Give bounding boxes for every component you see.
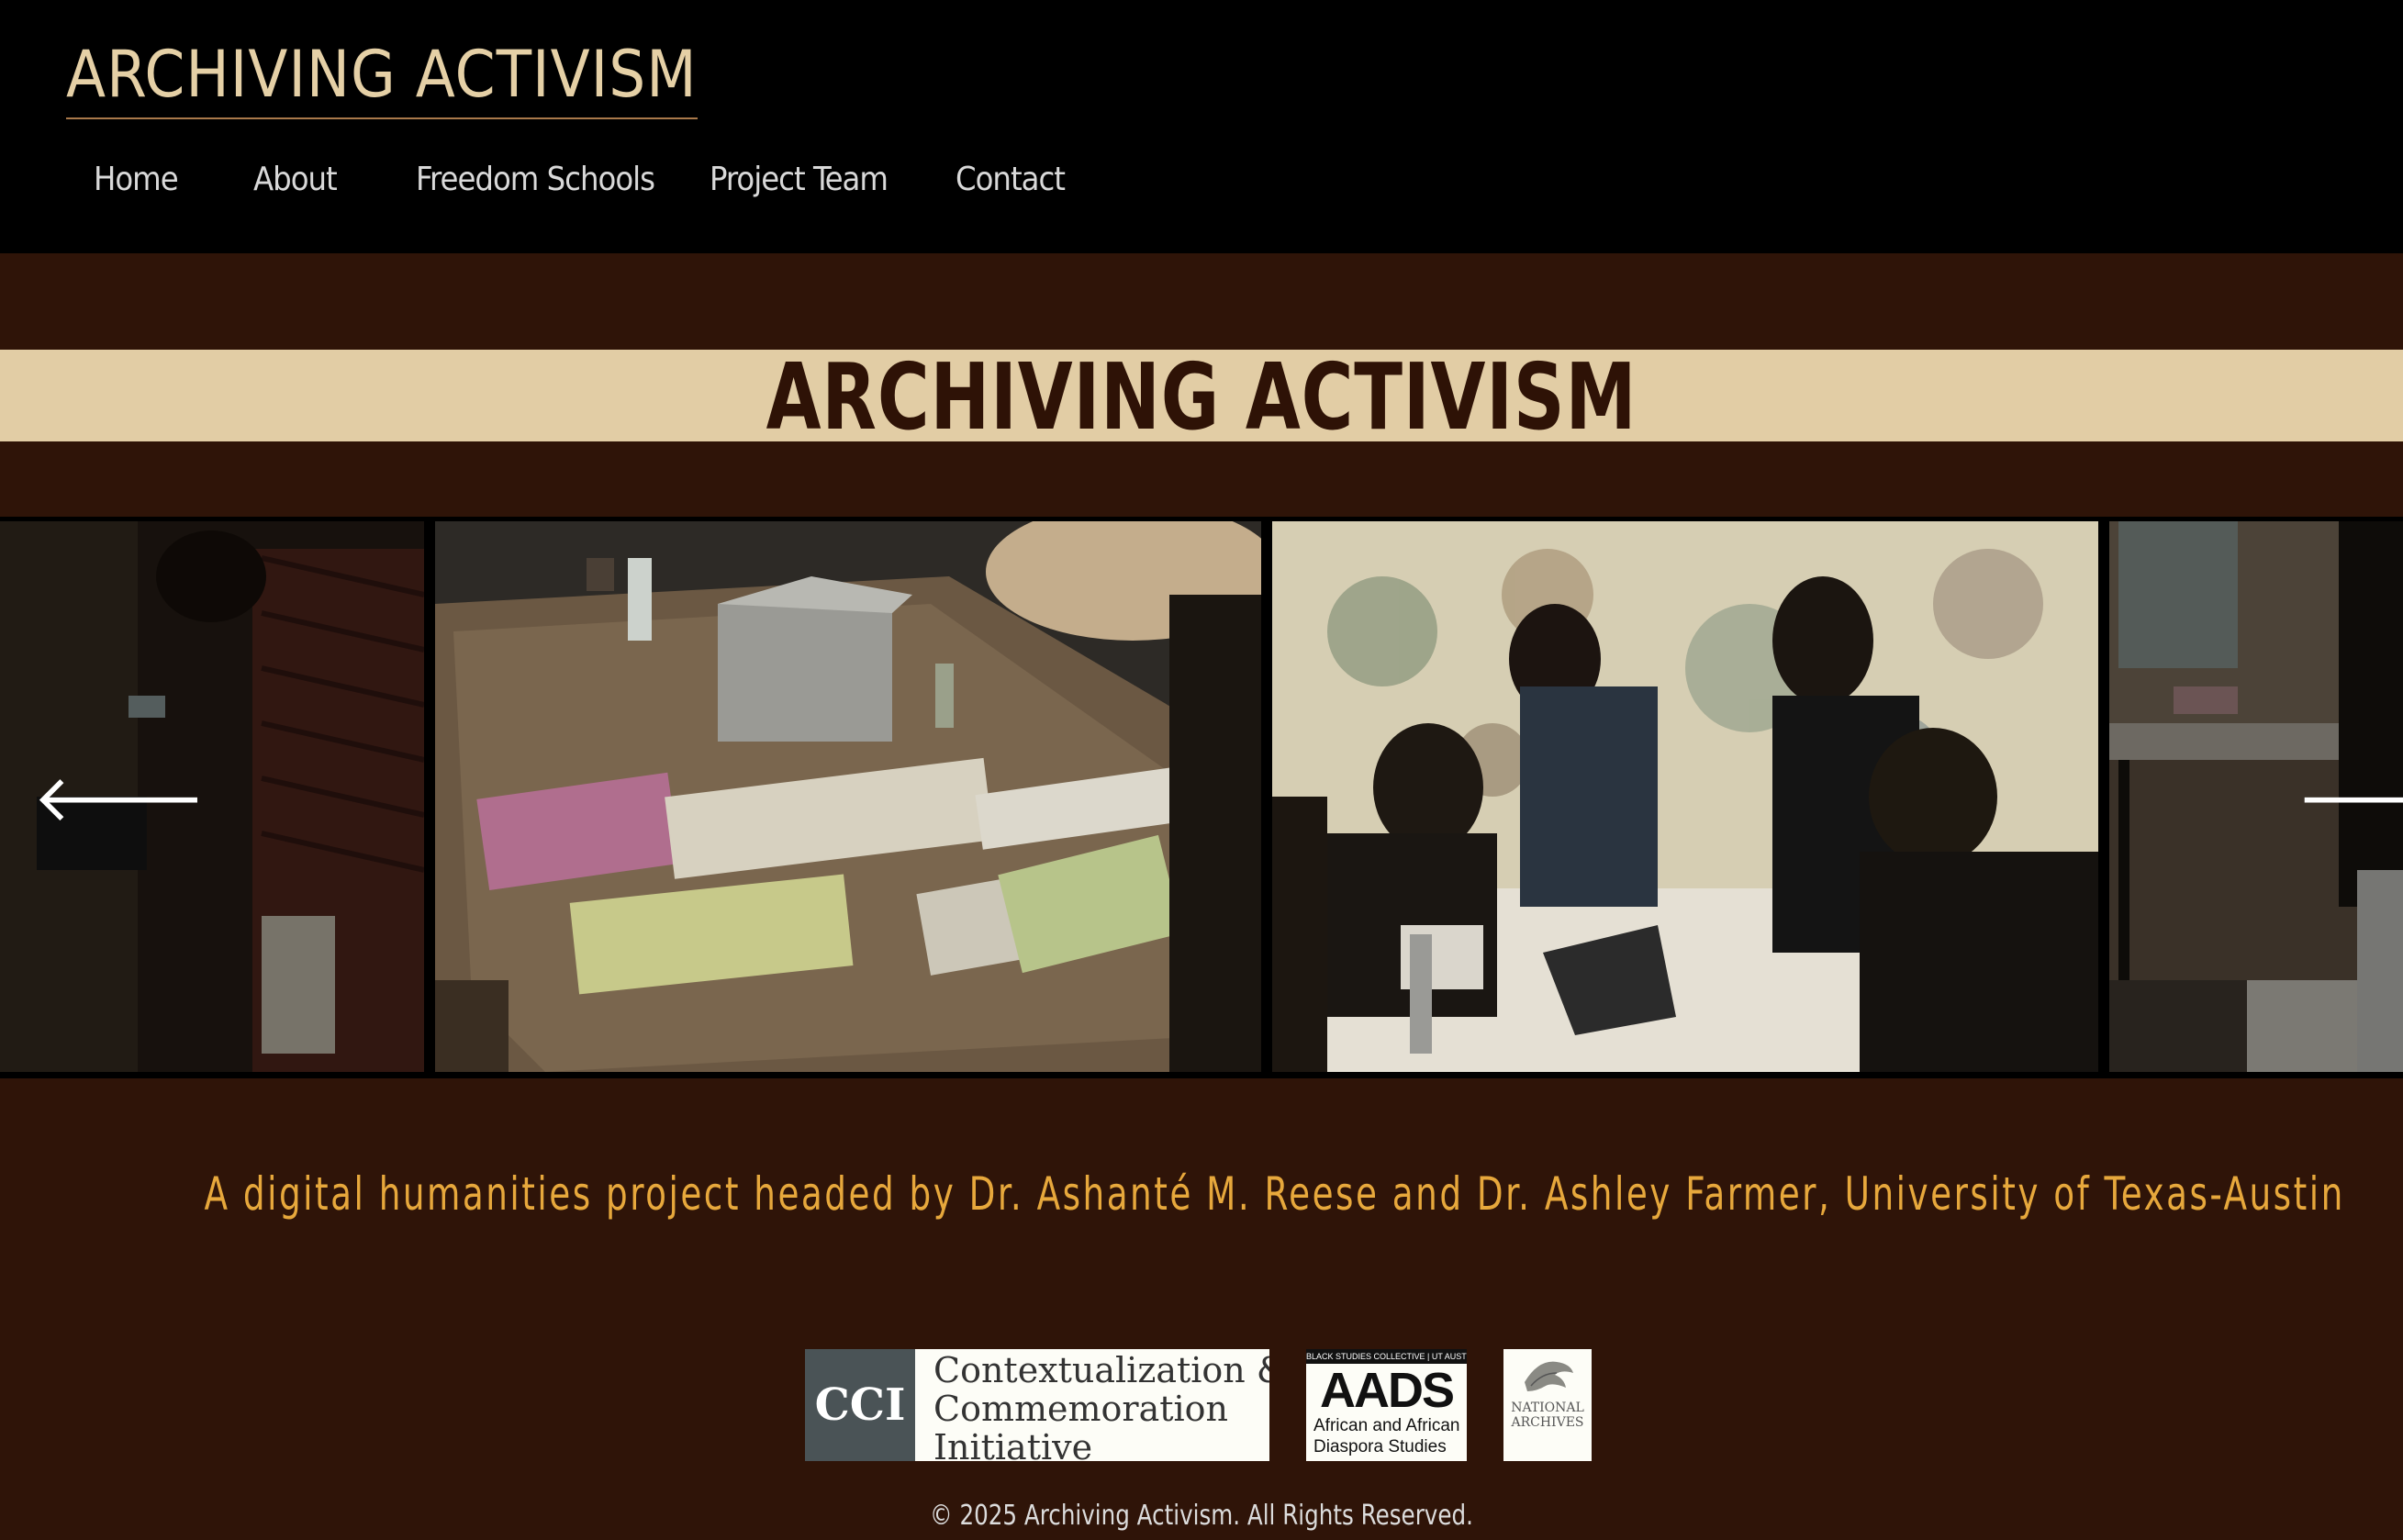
aads-top-label: BLACK STUDIES COLLECTIVE | UT AUSTIN (1306, 1349, 1467, 1364)
aads-mark: AADS (1319, 1363, 1455, 1418)
carousel-slide-1 (435, 521, 1261, 1072)
nara-line-2: ARCHIVES (1511, 1415, 1584, 1430)
carousel-prev-arrow-icon[interactable]: 🡐 (33, 766, 206, 831)
nara-line-1: NATIONAL (1511, 1401, 1584, 1415)
nav-home[interactable]: Home (94, 154, 179, 206)
project-tagline: A digital humanities project headed by D… (204, 1167, 2345, 1221)
site-header: ARCHIVING ACTIVISM Home About Freedom Sc… (0, 0, 2403, 253)
nav-project-team[interactable]: Project Team (710, 154, 889, 206)
site-title[interactable]: ARCHIVING ACTIVISM (66, 35, 698, 119)
nav-about[interactable]: About (253, 154, 338, 206)
slide-photo-table-collages (435, 521, 1261, 1072)
slide-photo-group-laptops (1272, 521, 2098, 1072)
hero-title: ARCHIVING ACTIVISM (766, 343, 1637, 451)
photo-carousel[interactable] (0, 517, 2403, 1078)
eagle-icon (1525, 1361, 1573, 1391)
aads-line-2: Diaspora Studies (1313, 1437, 1447, 1456)
nav-contact[interactable]: Contact (956, 154, 1066, 206)
aads-line-1: African and African (1313, 1416, 1460, 1435)
footer-copyright: © 2025 Archiving Activism. All Rights Re… (930, 1500, 1473, 1532)
cci-line-1: Contextualization & (933, 1350, 1269, 1390)
carousel-slide-2 (1272, 521, 2098, 1072)
cci-line-2: Commemoration (933, 1389, 1229, 1429)
national-archives-logo[interactable]: NATIONAL ARCHIVES (1503, 1349, 1592, 1461)
cci-logo[interactable]: CCI Contextualization & Commemoration In… (805, 1349, 1269, 1461)
nav-freedom-schools[interactable]: Freedom Schools (416, 154, 655, 206)
aads-logo[interactable]: BLACK STUDIES COLLECTIVE | UT AUSTIN AAD… (1306, 1349, 1467, 1461)
partner-logos: CCI Contextualization & Commemoration In… (0, 1349, 2403, 1461)
cci-mark: CCI (805, 1349, 915, 1461)
cci-line-3: Initiative (933, 1427, 1093, 1461)
carousel-next-arrow-icon[interactable]: 🡒 (2297, 766, 2403, 831)
